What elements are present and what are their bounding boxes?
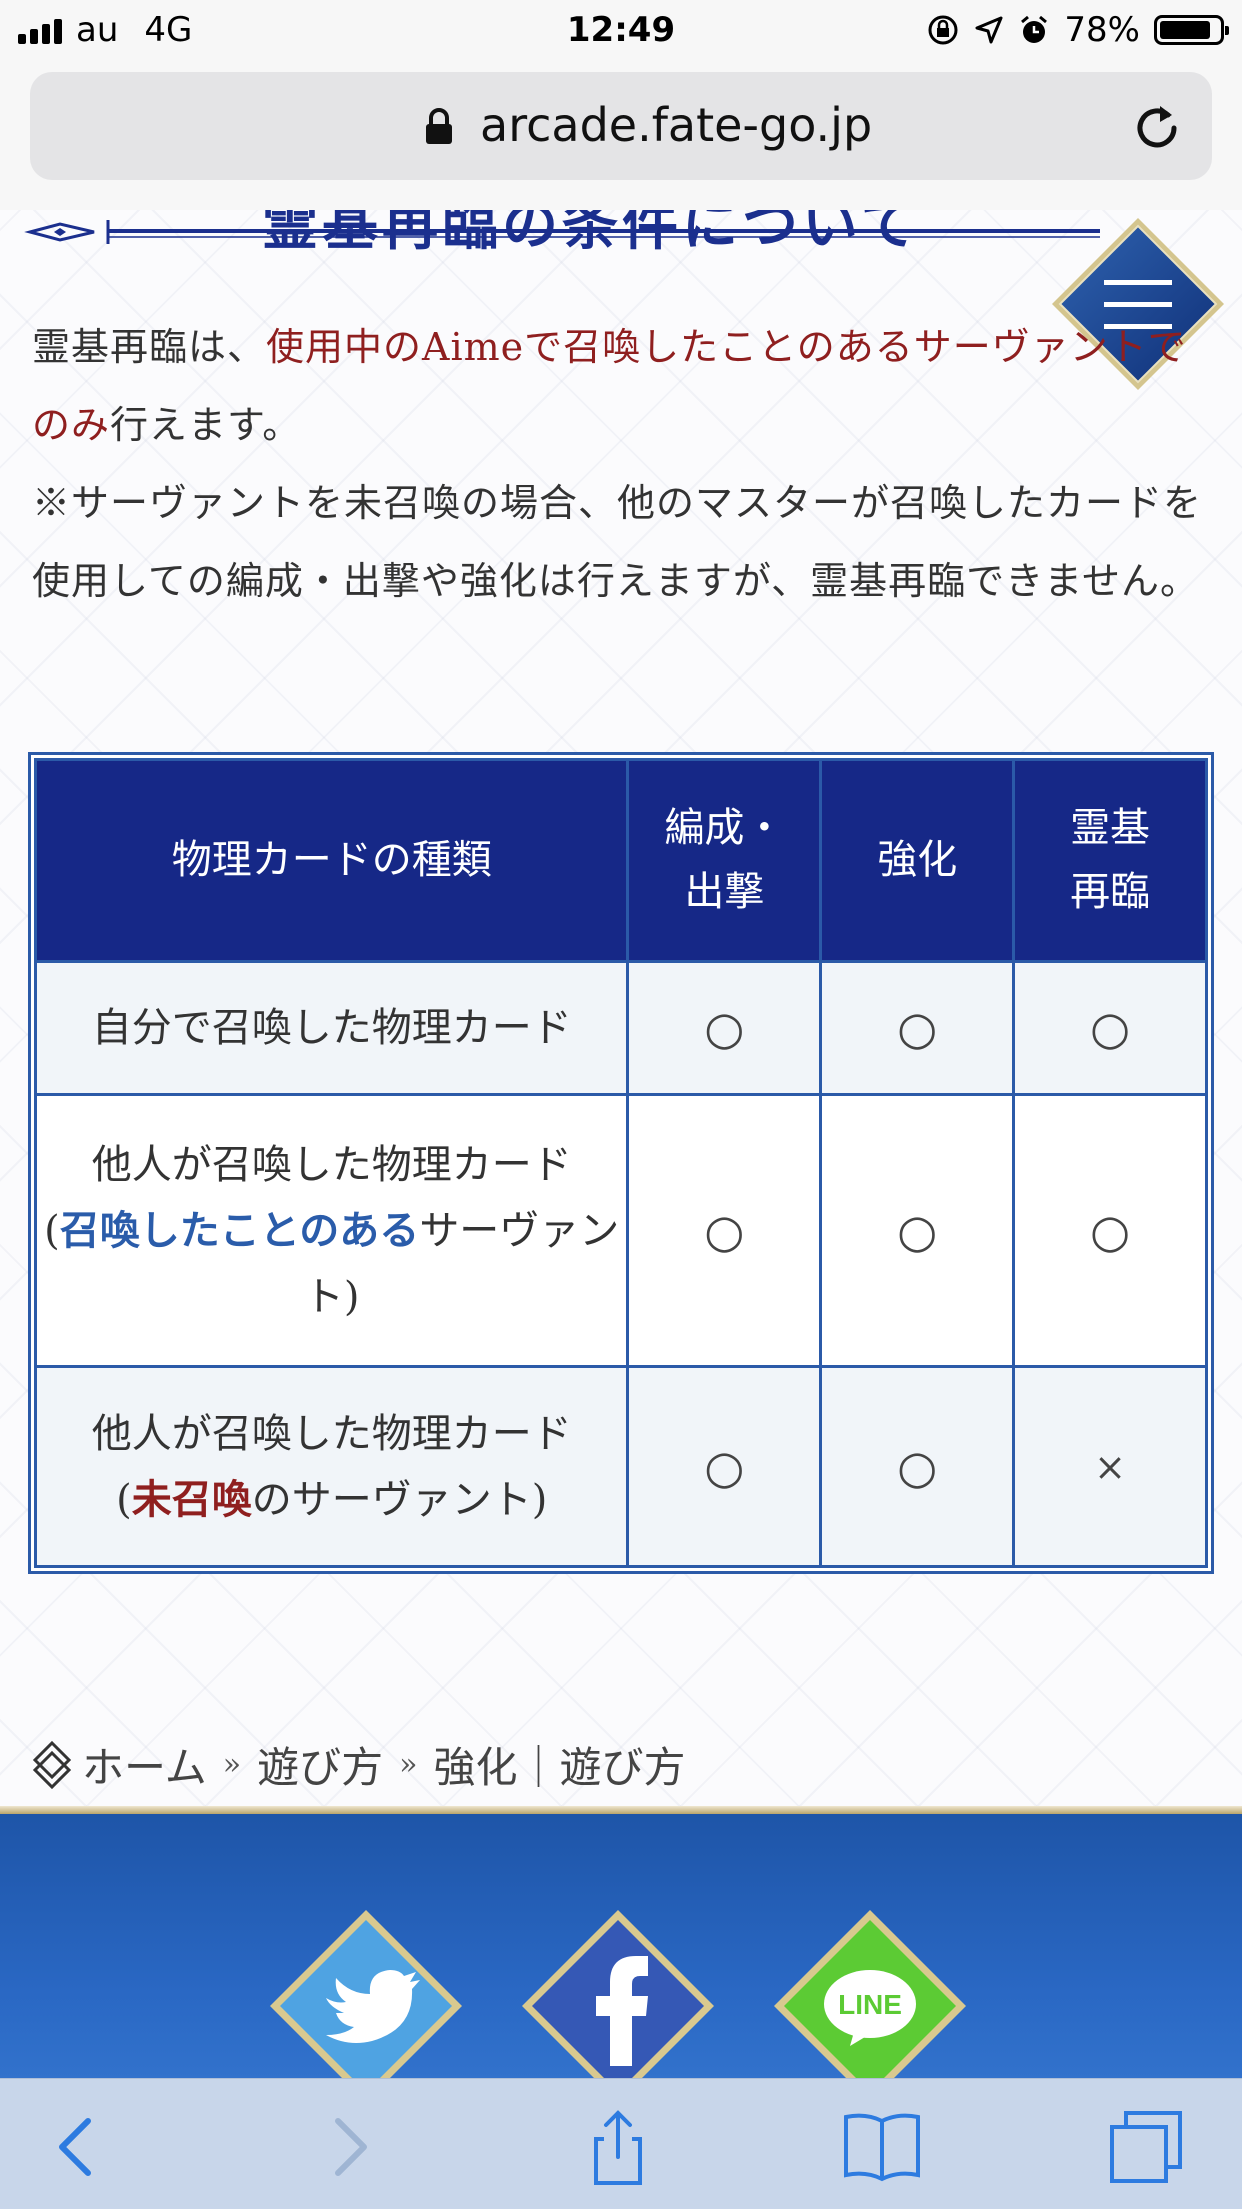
battery-percent: 78% — [1064, 10, 1140, 50]
header-ascension: 霊基 再臨 — [1012, 758, 1208, 963]
table-row: 自分で召喚した物理カード ○ ○ ○ — [33, 959, 1208, 1096]
browser-toolbar — [0, 2078, 1242, 2209]
page-content: 霊基再臨の条件について 霊基再臨は、使用中のAimeで召喚したことのあるサーヴァ… — [0, 210, 1242, 2078]
breadcrumb-separator: » — [222, 1747, 242, 1782]
twitter-icon[interactable] — [266, 1906, 466, 2106]
breadcrumb-separator: » — [399, 1747, 418, 1782]
header-card-type: 物理カードの種類 — [33, 758, 630, 963]
breadcrumb-current: 強化｜遊び方 — [433, 1743, 686, 1792]
row-label-suffix: のサーヴァント — [251, 1476, 532, 1523]
line-icon-label: LINE — [838, 1989, 902, 2020]
breadcrumb-home-link[interactable]: ホーム — [82, 1734, 207, 1795]
cell-enhance: ○ — [819, 1092, 1016, 1369]
tabs-icon[interactable] — [1106, 2107, 1186, 2187]
row-label: 他人が召喚した物理カード (未召喚のサーヴァント) — [33, 1365, 630, 1568]
cell-enhance: ○ — [819, 959, 1016, 1096]
row-label-highlight: 召喚したことのある — [59, 1206, 420, 1254]
reload-icon[interactable] — [1130, 100, 1184, 154]
intro-note: ※サーヴァントを未召喚の場合、他のマスターが召喚したカードを使用しての編成・出撃… — [32, 481, 1203, 603]
line-icon[interactable]: LINE — [770, 1906, 970, 2106]
intro-text-a: 霊基再臨は、 — [32, 325, 267, 369]
table-row: 他人が召喚した物理カード (召喚したことのあるサーヴァント) ○ ○ ○ — [33, 1092, 1208, 1369]
breadcrumb-howto-link[interactable]: 遊び方 — [257, 1734, 383, 1795]
bookmarks-icon[interactable] — [842, 2107, 922, 2187]
cell-formation: ○ — [626, 1365, 823, 1568]
intro-text-b: 行えます。 — [110, 403, 302, 447]
address-bar[interactable]: arcade.fate-go.jp — [30, 72, 1212, 180]
row-label-text: 他人が召喚した物理カード — [91, 1141, 572, 1188]
breadcrumb-diamond-icon — [32, 1740, 72, 1789]
row-label: 自分で召喚した物理カード — [33, 959, 630, 1096]
cell-ascension: ○ — [1012, 959, 1208, 1096]
comparison-table: 物理カードの種類 編成・ 出撃 強化 霊基 再臨 自分で召喚した物理カード ○ … — [28, 752, 1214, 1574]
battery-icon — [1154, 15, 1229, 45]
row-label-text: 他人が召喚した物理カード — [91, 1410, 572, 1457]
location-arrow-icon — [975, 16, 1003, 44]
status-bar: au 4G 12:49 78% — [0, 0, 1242, 62]
cell-ascension: × — [1012, 1365, 1208, 1568]
cell-enhance: ○ — [819, 1365, 1016, 1568]
header-enhance: 強化 — [819, 758, 1016, 963]
paren-open: ( — [116, 1476, 132, 1523]
intro-text: 霊基再臨は、使用中のAimeで召喚したことのあるサーヴァントでのみ行えます。 ※… — [32, 308, 1212, 620]
breadcrumb: ホーム » 遊び方 » 強化｜遊び方 — [32, 1734, 686, 1795]
cell-ascension: ○ — [1012, 1092, 1208, 1369]
paren-close: ) — [531, 1476, 548, 1523]
forward-icon[interactable] — [308, 2107, 388, 2187]
table-row: 他人が召喚した物理カード (未召喚のサーヴァント) ○ ○ × — [33, 1365, 1208, 1568]
paren-open: ( — [44, 1207, 60, 1254]
battery-level-fill — [1160, 21, 1210, 39]
rotation-lock-icon — [928, 15, 958, 45]
url-text: arcade.fate-go.jp — [480, 98, 873, 152]
lock-icon — [426, 108, 452, 144]
back-icon[interactable] — [38, 2107, 118, 2187]
browser-address-area: arcade.fate-go.jp — [0, 62, 1242, 211]
share-icon[interactable] — [578, 2107, 658, 2187]
cell-formation: ○ — [626, 959, 823, 1096]
header-formation-line2: 出撃 — [684, 869, 765, 916]
cell-formation: ○ — [626, 1092, 823, 1369]
header-ascension-line2: 再臨 — [1070, 869, 1151, 916]
header-formation-line1: 編成・ — [664, 805, 785, 852]
row-label: 他人が召喚した物理カード (召喚したことのあるサーヴァント) — [33, 1092, 630, 1369]
row-label-highlight: 未召喚 — [131, 1475, 252, 1523]
paren-close: ) — [343, 1273, 360, 1320]
header-ascension-line1: 霊基 — [1070, 805, 1151, 852]
alarm-icon — [1021, 15, 1048, 43]
header-formation: 編成・ 出撃 — [626, 758, 823, 963]
table-header-row: 物理カードの種類 編成・ 出撃 強化 霊基 再臨 — [33, 758, 1208, 963]
facebook-icon[interactable] — [518, 1906, 718, 2106]
footer-divider — [0, 1806, 1242, 1814]
